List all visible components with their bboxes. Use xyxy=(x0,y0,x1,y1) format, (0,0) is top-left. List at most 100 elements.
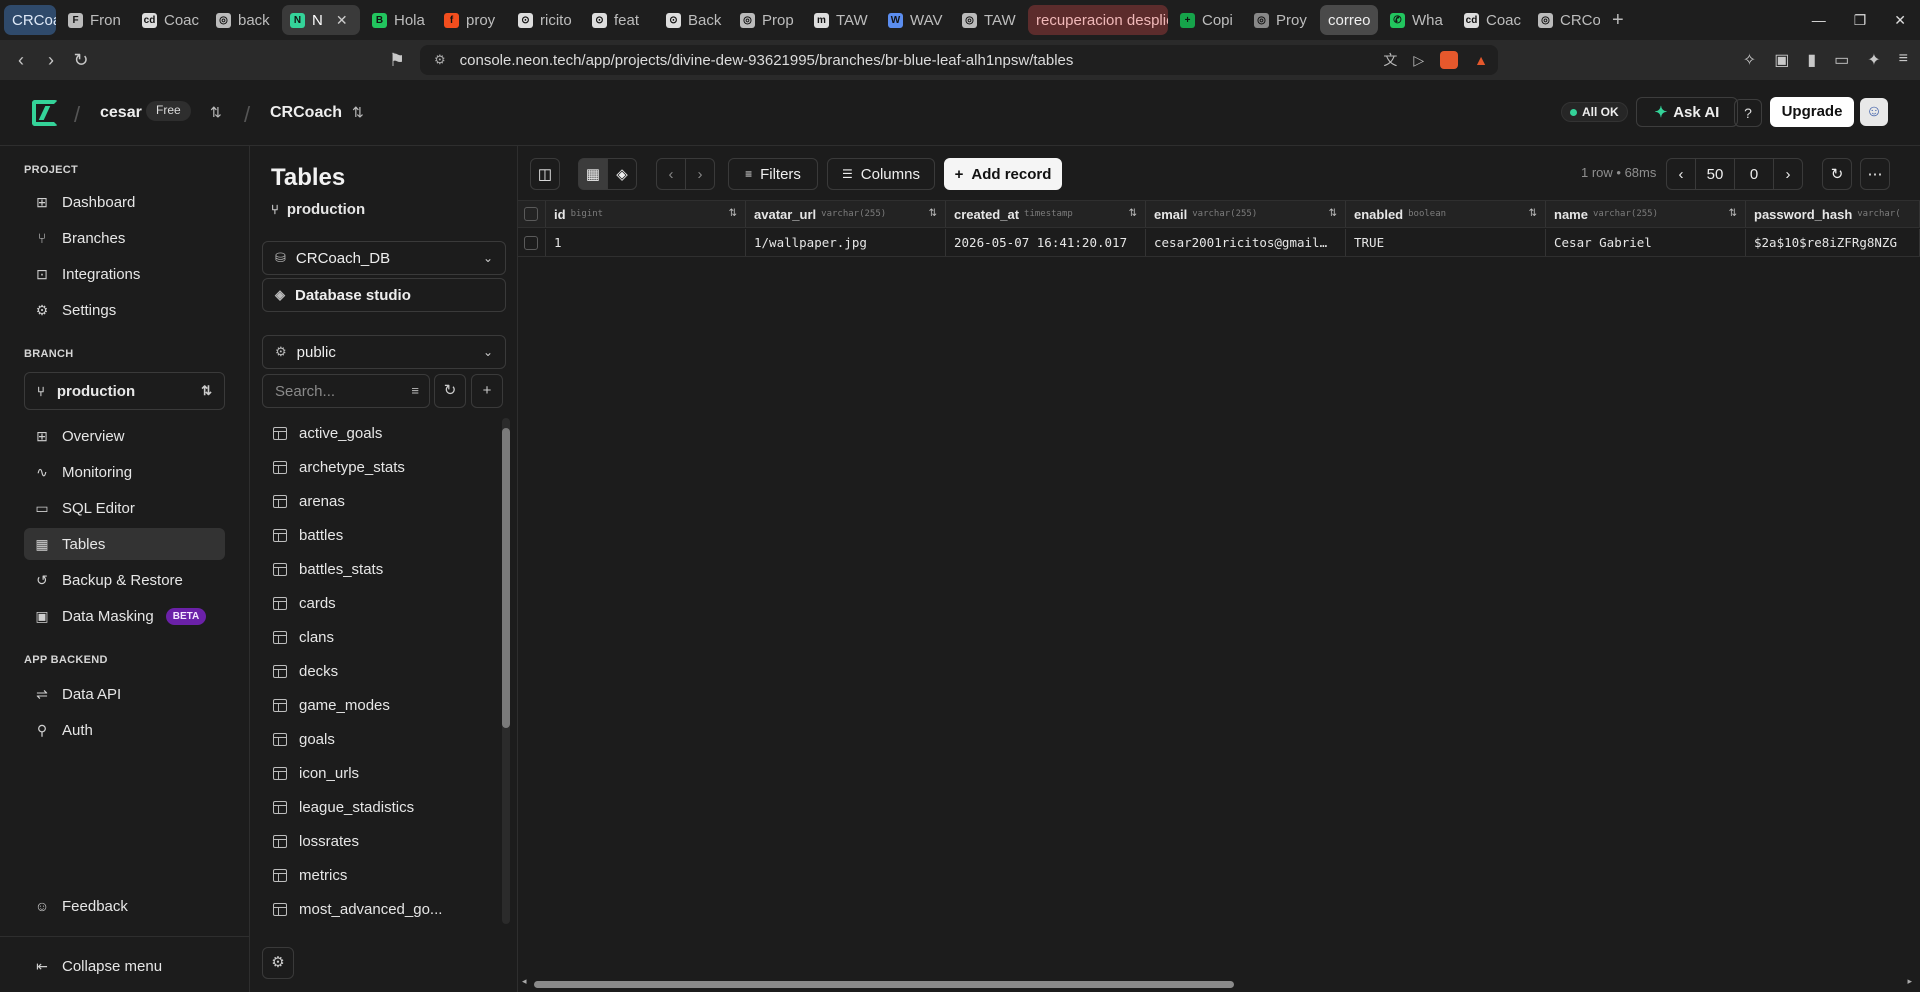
sidebar-item-settings[interactable]: ⚙ Settings xyxy=(24,294,225,326)
schema-select[interactable]: ⚙ public ⌄ xyxy=(262,335,506,369)
offset-input[interactable]: 0 xyxy=(1734,158,1774,190)
column-header[interactable]: id bigint ⇅ xyxy=(546,201,746,227)
sort-icon[interactable]: ⇅ xyxy=(1729,208,1737,219)
filters-button[interactable]: ≡ Filters xyxy=(728,158,818,190)
new-tab-icon[interactable]: + xyxy=(1612,9,1624,32)
scroll-left-icon[interactable]: ◂ xyxy=(522,976,527,987)
list-item[interactable]: cards xyxy=(273,586,503,620)
leo-icon[interactable]: ✦ xyxy=(1867,50,1880,70)
database-select[interactable]: ⛁ CRCoach_DB ⌄ xyxy=(262,241,506,275)
table-cell[interactable]: cesar2001ricitos@gmail… xyxy=(1146,229,1346,256)
minimize-icon[interactable]: — xyxy=(1812,12,1826,28)
browser-tab[interactable]: CRCoach xyxy=(4,5,56,35)
scrollbar-thumb[interactable] xyxy=(534,981,1234,988)
url-field[interactable]: ⚙ console.neon.tech/app/projects/divine-… xyxy=(420,45,1498,75)
browser-tab[interactable]: W WAV xyxy=(880,5,950,35)
column-header[interactable]: email varchar(255) ⇅ xyxy=(1146,201,1346,227)
limit-input[interactable]: 50 xyxy=(1695,158,1735,190)
list-item[interactable]: clans xyxy=(273,620,503,654)
refresh-button[interactable]: ↻ xyxy=(1822,158,1852,190)
browser-tab[interactable]: ◎ CRCo xyxy=(1530,5,1600,35)
browser-tab[interactable]: ◎ Proy xyxy=(1246,5,1316,35)
forward-icon[interactable]: › xyxy=(36,50,66,71)
sidebar-item-data-masking[interactable]: ▣ Data Masking BETA xyxy=(24,600,225,632)
table-cell[interactable]: 1 xyxy=(546,229,746,256)
collapse-menu-button[interactable]: ⇤ Collapse menu xyxy=(24,950,225,982)
sort-icon[interactable]: ⇅ xyxy=(1329,208,1337,219)
feedback-link[interactable]: ☺ Feedback xyxy=(24,890,225,922)
table-cell[interactable]: TRUE xyxy=(1346,229,1546,256)
ask-ai-button[interactable]: ✦ Ask AI xyxy=(1636,97,1738,127)
sidebar-item-sql-editor[interactable]: ▭ SQL Editor xyxy=(24,492,225,524)
upgrade-button[interactable]: Upgrade xyxy=(1770,97,1854,127)
browser-tab[interactable]: f proy xyxy=(436,5,506,35)
redo-button[interactable]: › xyxy=(685,158,715,190)
list-item[interactable]: decks xyxy=(273,654,503,688)
more-options-button[interactable]: ⋯ xyxy=(1860,158,1890,190)
refresh-tables-button[interactable]: ↻ xyxy=(434,374,466,408)
toggle-sidebar-button[interactable]: ◫ xyxy=(530,158,560,190)
browser-tab[interactable]: ✆ Wha xyxy=(1382,5,1452,35)
list-item[interactable]: archetype_stats xyxy=(273,450,503,484)
browser-tab[interactable]: m TAW xyxy=(806,5,876,35)
sidebar-toggle-icon[interactable]: ▮ xyxy=(1807,50,1816,70)
table-row[interactable]: 1 1/wallpaper.jpg 2026-05-07 16:41:20.017 c… xyxy=(518,229,1920,257)
list-item[interactable]: league_stadistics xyxy=(273,790,503,824)
close-tab-icon[interactable]: ✕ xyxy=(336,12,348,29)
extensions-icon[interactable]: ✧ xyxy=(1743,50,1756,70)
project-name[interactable]: CRCoach xyxy=(270,104,342,122)
sidebar-item-branches[interactable]: ⑂ Branches xyxy=(24,222,225,254)
project-switcher-icon[interactable]: ⇅ xyxy=(352,104,364,121)
table-search-input[interactable]: Search... ≡ xyxy=(262,374,430,408)
filter-icon[interactable]: ≡ xyxy=(411,383,419,398)
browser-tab[interactable]: N N ✕ xyxy=(282,5,360,35)
list-item[interactable]: most_advanced_go... xyxy=(273,892,503,926)
reload-icon[interactable]: ↻ xyxy=(66,50,96,71)
list-item[interactable]: battles xyxy=(273,518,503,552)
sort-icon[interactable]: ⇅ xyxy=(1529,208,1537,219)
schema-view-button[interactable]: ◈ xyxy=(607,158,637,190)
list-item[interactable]: lossrates xyxy=(273,824,503,858)
sort-icon[interactable]: ⇅ xyxy=(929,208,937,219)
browser-tab[interactable]: cd Coac xyxy=(1456,5,1526,35)
wallet-icon[interactable]: ▭ xyxy=(1834,50,1849,70)
select-all-checkbox[interactable] xyxy=(524,207,538,221)
list-item[interactable]: battles_stats xyxy=(273,552,503,586)
share-icon[interactable]: ▷ xyxy=(1413,52,1424,69)
browser-tab[interactable]: recuperacion desplie xyxy=(1028,5,1168,35)
browser-tab[interactable]: ⊙ ricito xyxy=(510,5,580,35)
sort-icon[interactable]: ⇅ xyxy=(729,208,737,219)
add-table-button[interactable]: + xyxy=(471,374,503,408)
branch-selector[interactable]: ⑂ production ⇅ xyxy=(24,372,225,410)
table-list-scrollbar[interactable] xyxy=(502,418,510,924)
status-badge[interactable]: All OK xyxy=(1561,102,1628,122)
column-header[interactable]: enabled boolean ⇅ xyxy=(1346,201,1546,227)
next-page-button[interactable]: › xyxy=(1773,158,1803,190)
scrollbar-thumb[interactable] xyxy=(502,428,510,728)
table-cell[interactable]: 1/wallpaper.jpg xyxy=(746,229,946,256)
sidebar-item-integrations[interactable]: ⊡ Integrations xyxy=(24,258,225,290)
scroll-right-icon[interactable]: ▸ xyxy=(1907,976,1912,987)
sidebar-item-dashboard[interactable]: ⊞ Dashboard xyxy=(24,186,225,218)
browser-tab[interactable]: ⊙ feat xyxy=(584,5,654,35)
browser-tab[interactable]: cd Coac xyxy=(134,5,204,35)
translate-icon[interactable]: 文 xyxy=(1383,50,1397,70)
column-header[interactable]: created_at timestamp ⇅ xyxy=(946,201,1146,227)
sidebar-item-auth[interactable]: ⚲ Auth xyxy=(24,714,225,746)
list-item[interactable]: active_goals xyxy=(273,416,503,450)
sort-icon[interactable]: ⇅ xyxy=(1129,208,1137,219)
brave-shield-icon[interactable] xyxy=(1440,51,1459,69)
sidebar-item-overview[interactable]: ⊞ Overview xyxy=(24,420,225,452)
prev-page-button[interactable]: ‹ xyxy=(1666,158,1696,190)
browser-tab[interactable]: F Fron xyxy=(60,5,130,35)
list-item[interactable]: game_modes xyxy=(273,688,503,722)
rewards-icon[interactable]: ▲ xyxy=(1474,52,1488,68)
table-cell[interactable]: Cesar Gabriel xyxy=(1546,229,1746,256)
columns-button[interactable]: ☰ Columns xyxy=(827,158,935,190)
close-window-icon[interactable]: ✕ xyxy=(1894,12,1906,29)
row-checkbox[interactable] xyxy=(524,235,538,250)
browser-tab[interactable]: ◎ TAW xyxy=(954,5,1024,35)
help-button[interactable]: ? xyxy=(1734,99,1762,127)
browser-tab[interactable]: correo xyxy=(1320,5,1378,35)
grid-view-button[interactable]: ▦ xyxy=(578,158,608,190)
